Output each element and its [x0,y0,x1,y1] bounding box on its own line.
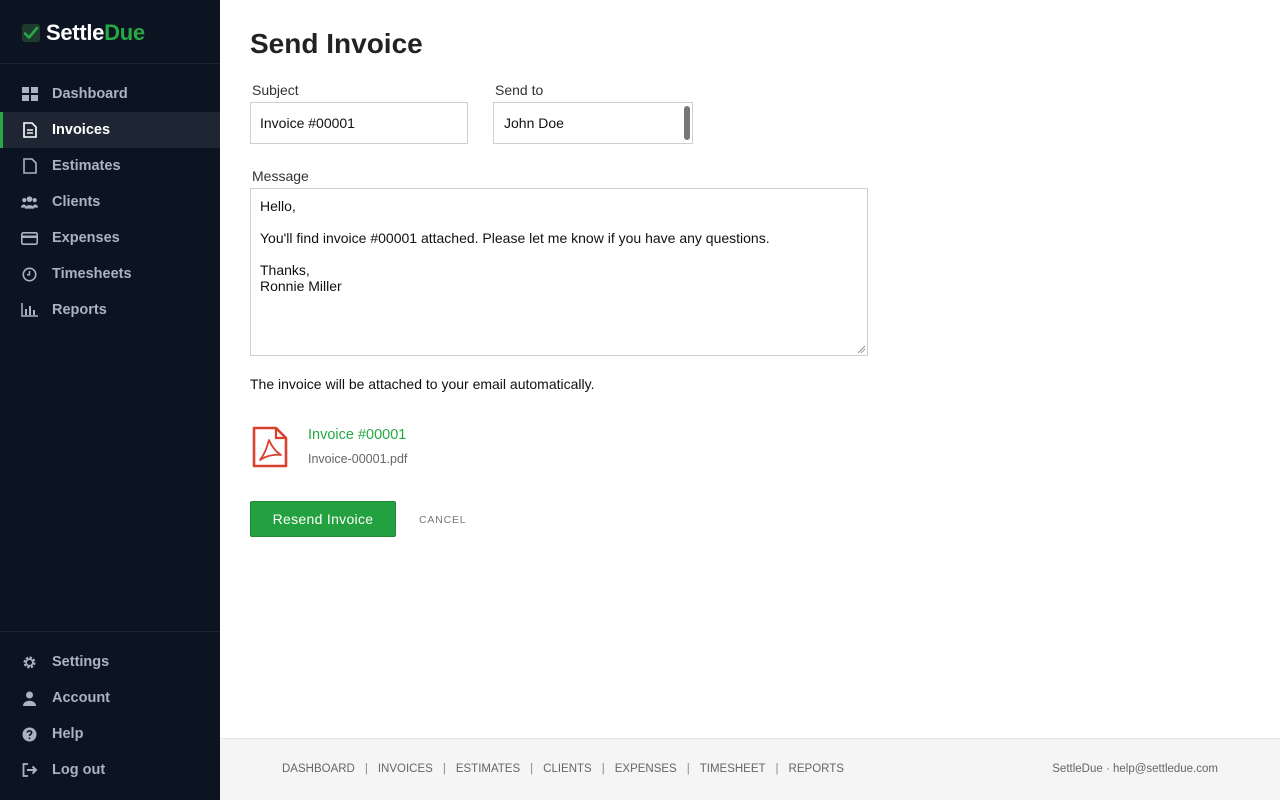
message-line: Thanks, [260,262,310,278]
sidebar-item-settings[interactable]: Settings [0,644,220,680]
sidebar: SettleDue Dashboard Invoices Estimates C… [0,0,220,800]
footer-link-estimates[interactable]: ESTIMATES [456,763,520,775]
attach-note: The invoice will be attached to your ema… [250,376,595,392]
brand-logo[interactable]: SettleDue [22,20,145,46]
bar-chart-icon [21,302,38,318]
footer-link-clients[interactable]: CLIENTS [543,763,592,775]
sidebar-item-invoices[interactable]: Invoices [0,112,220,148]
page-title: Send Invoice [250,28,423,59]
footer-link-invoices[interactable]: INVOICES [378,763,433,775]
subject-label: Subject [252,82,299,98]
invoice-attachment: Invoice #00001 Invoice-00001.pdf [250,424,550,470]
sendto-label: Send to [495,82,544,98]
sidebar-item-help[interactable]: Help [0,716,220,752]
sidebar-item-label: Invoices [52,122,111,138]
sidebar-item-label: Clients [52,194,101,210]
sidebar-item-dashboard[interactable]: Dashboard [0,76,220,112]
sidebar-item-logout[interactable]: Log out [0,752,220,788]
attachment-link[interactable]: Invoice #00001 [308,427,406,443]
sidebar-item-label: Account [52,690,110,706]
logout-icon [21,762,38,778]
sidebar-item-label: Timesheets [52,266,132,282]
footer-link-expenses[interactable]: EXPENSES [615,763,677,775]
sidebar-item-expenses[interactable]: Expenses [0,220,220,256]
sidebar-item-label: Reports [52,302,107,318]
sidebar-bottom-nav: Settings Account Help Log out [0,644,220,788]
message-textarea[interactable]: Hello, You'll find invoice #00001 attach… [250,188,868,356]
user-icon [21,690,38,706]
footer-link-reports[interactable]: REPORTS [789,763,844,775]
sidebar-item-label: Log out [52,762,106,778]
document-icon [21,158,38,174]
scrollbar-thumb[interactable] [684,106,690,140]
sidebar-divider [0,631,220,632]
message-line: Hello, [260,198,296,214]
cancel-button[interactable]: CANCEL [419,514,466,526]
sidebar-item-clients[interactable]: Clients [0,184,220,220]
check-icon [22,24,40,42]
credit-card-icon [21,230,38,246]
sidebar-item-estimates[interactable]: Estimates [0,148,220,184]
message-line: You'll find invoice #00001 attached. Ple… [260,230,770,246]
resize-grip-icon[interactable] [857,345,865,353]
main-content: Send Invoice Subject Send to John Doe Me… [220,0,1280,738]
footer: DASHBOARD | INVOICES | ESTIMATES | CLIEN… [220,738,1280,800]
message-line: Ronnie Miller [260,278,342,294]
sendto-value: John Doe [504,115,564,131]
footer-link-dashboard[interactable]: DASHBOARD [282,763,355,775]
invoice-icon [21,122,38,138]
sidebar-item-reports[interactable]: Reports [0,292,220,328]
sidebar-item-label: Expenses [52,230,120,246]
dashboard-icon [21,86,38,102]
sendto-select[interactable]: John Doe [493,102,693,144]
sidebar-nav: Dashboard Invoices Estimates Clients Exp… [0,76,220,328]
sidebar-item-label: Dashboard [52,86,128,102]
resend-invoice-button[interactable]: Resend Invoice [250,501,396,537]
attachment-filename: Invoice-00001.pdf [308,452,408,466]
sidebar-divider [0,63,220,64]
footer-contact: SettleDue · help@settledue.com [1052,763,1218,775]
message-label: Message [252,168,309,184]
sidebar-item-label: Estimates [52,158,121,174]
sidebar-item-label: Settings [52,654,110,670]
clock-icon [21,266,38,282]
sidebar-item-account[interactable]: Account [0,680,220,716]
sidebar-item-timesheets[interactable]: Timesheets [0,256,220,292]
sidebar-item-label: Help [52,726,84,742]
pdf-icon [252,426,288,468]
users-icon [21,194,38,210]
footer-nav: DASHBOARD | INVOICES | ESTIMATES | CLIEN… [282,763,844,775]
subject-input[interactable] [250,102,468,144]
question-icon [21,726,38,742]
footer-link-timesheet[interactable]: TIMESHEET [700,763,766,775]
gear-icon [21,654,38,670]
brand-name: SettleDue [46,20,145,45]
